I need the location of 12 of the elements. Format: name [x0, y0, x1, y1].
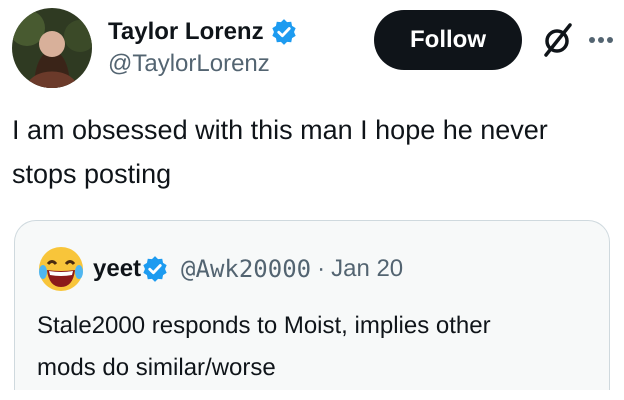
- post-date[interactable]: Jan 20: [331, 251, 404, 287]
- follow-button[interactable]: Follow: [374, 10, 522, 70]
- quoted-author-name[interactable]: yeet: [93, 251, 142, 287]
- more-icon[interactable]: [588, 36, 614, 44]
- quoted-post-text: Stale2000 responds to Moist, implies other mods do similar/worse: [37, 311, 492, 383]
- post-text: I am obsessed with this man I hope he never stops posting: [11, 114, 549, 191]
- quoted-author-handle[interactable]: @Awk20000: [181, 251, 312, 287]
- quoted-post-card[interactable]: yeet @Awk20000 · Jan 20 Stale2000 responds to Moist, implies other mods do similar/worse: [14, 220, 610, 390]
- laughing-face-icon: [37, 245, 85, 293]
- author-handle[interactable]: @TaylorLorenz: [108, 48, 298, 80]
- separator: ·: [317, 254, 326, 284]
- author-name[interactable]: Taylor Lorenz: [108, 16, 264, 48]
